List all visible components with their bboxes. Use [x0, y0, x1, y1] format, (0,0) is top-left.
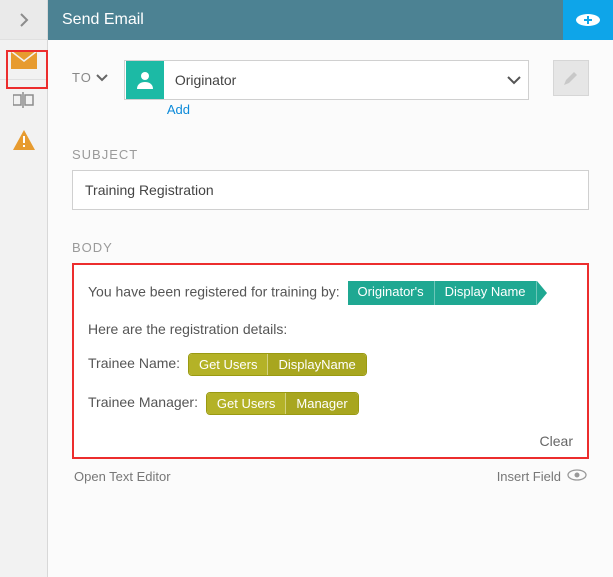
- to-dropdown[interactable]: [500, 76, 528, 85]
- config-pane: TO Originator Add: [48, 40, 613, 577]
- token-seg: Get Users: [189, 354, 269, 375]
- token-cap: [537, 281, 547, 305]
- body-label: BODY: [72, 240, 589, 255]
- to-row: TO Originator Add: [72, 60, 589, 117]
- subject-label: SUBJECT: [72, 147, 589, 162]
- chevron-right-icon: [19, 13, 29, 27]
- subject-input[interactable]: [72, 170, 589, 210]
- rename-icon: [13, 92, 35, 108]
- envelope-icon: [11, 51, 37, 69]
- chevron-down-icon: [507, 76, 521, 85]
- add-recipient-link[interactable]: Add: [167, 102, 190, 117]
- sidebar-collapse[interactable]: [0, 0, 47, 40]
- insert-field-label: Insert Field: [497, 469, 561, 484]
- sidebar: [0, 0, 48, 577]
- sidebar-item-warning[interactable]: [0, 120, 47, 160]
- pencil-icon: [562, 69, 580, 87]
- to-label-text: TO: [72, 70, 92, 85]
- open-text-editor-link[interactable]: Open Text Editor: [74, 469, 171, 484]
- body-line-1-text: You have been registered for training by…: [88, 284, 340, 300]
- chevron-down-icon: [96, 74, 108, 82]
- eye-plus-icon: [574, 12, 602, 28]
- body-line-3: Trainee Name: Get Users DisplayName: [88, 353, 573, 376]
- token-getusers-displayname[interactable]: Get Users DisplayName: [188, 353, 367, 376]
- body-line-1: You have been registered for training by…: [88, 281, 573, 305]
- body-footer: Open Text Editor Insert Field: [72, 459, 589, 484]
- token-seg: Get Users: [207, 393, 287, 414]
- token-seg: DisplayName: [268, 354, 365, 375]
- to-value: Originator: [165, 72, 500, 88]
- token-seg: Manager: [286, 393, 357, 414]
- body-line-3-text: Trainee Name:: [88, 355, 180, 371]
- token-seg: Originator's: [348, 281, 435, 305]
- titlebar-action-button[interactable]: [563, 0, 613, 40]
- body-line-4: Trainee Manager: Get Users Manager: [88, 392, 573, 415]
- subject-block: SUBJECT: [72, 147, 589, 210]
- body-line-2: Here are the registration details:: [88, 321, 573, 337]
- sidebar-item-email[interactable]: [0, 40, 47, 80]
- token-getusers-manager[interactable]: Get Users Manager: [206, 392, 359, 415]
- person-icon: [134, 69, 156, 91]
- warning-icon: [12, 129, 36, 151]
- to-label[interactable]: TO: [72, 60, 108, 85]
- body-editor[interactable]: You have been registered for training by…: [72, 263, 589, 459]
- token-seg: Display Name: [435, 281, 537, 305]
- body-line-4-text: Trainee Manager:: [88, 394, 198, 410]
- clear-body-link[interactable]: Clear: [88, 431, 573, 449]
- page-title: Send Email: [62, 11, 144, 29]
- to-edit-button[interactable]: [553, 60, 589, 96]
- eye-icon: [567, 469, 587, 484]
- insert-field-link[interactable]: Insert Field: [497, 469, 587, 484]
- token-originator-displayname[interactable]: Originator's Display Name: [348, 281, 547, 305]
- titlebar: Send Email: [48, 0, 613, 40]
- sidebar-item-rename[interactable]: [0, 80, 47, 120]
- originator-avatar: [126, 61, 164, 99]
- to-field[interactable]: Originator: [124, 60, 529, 100]
